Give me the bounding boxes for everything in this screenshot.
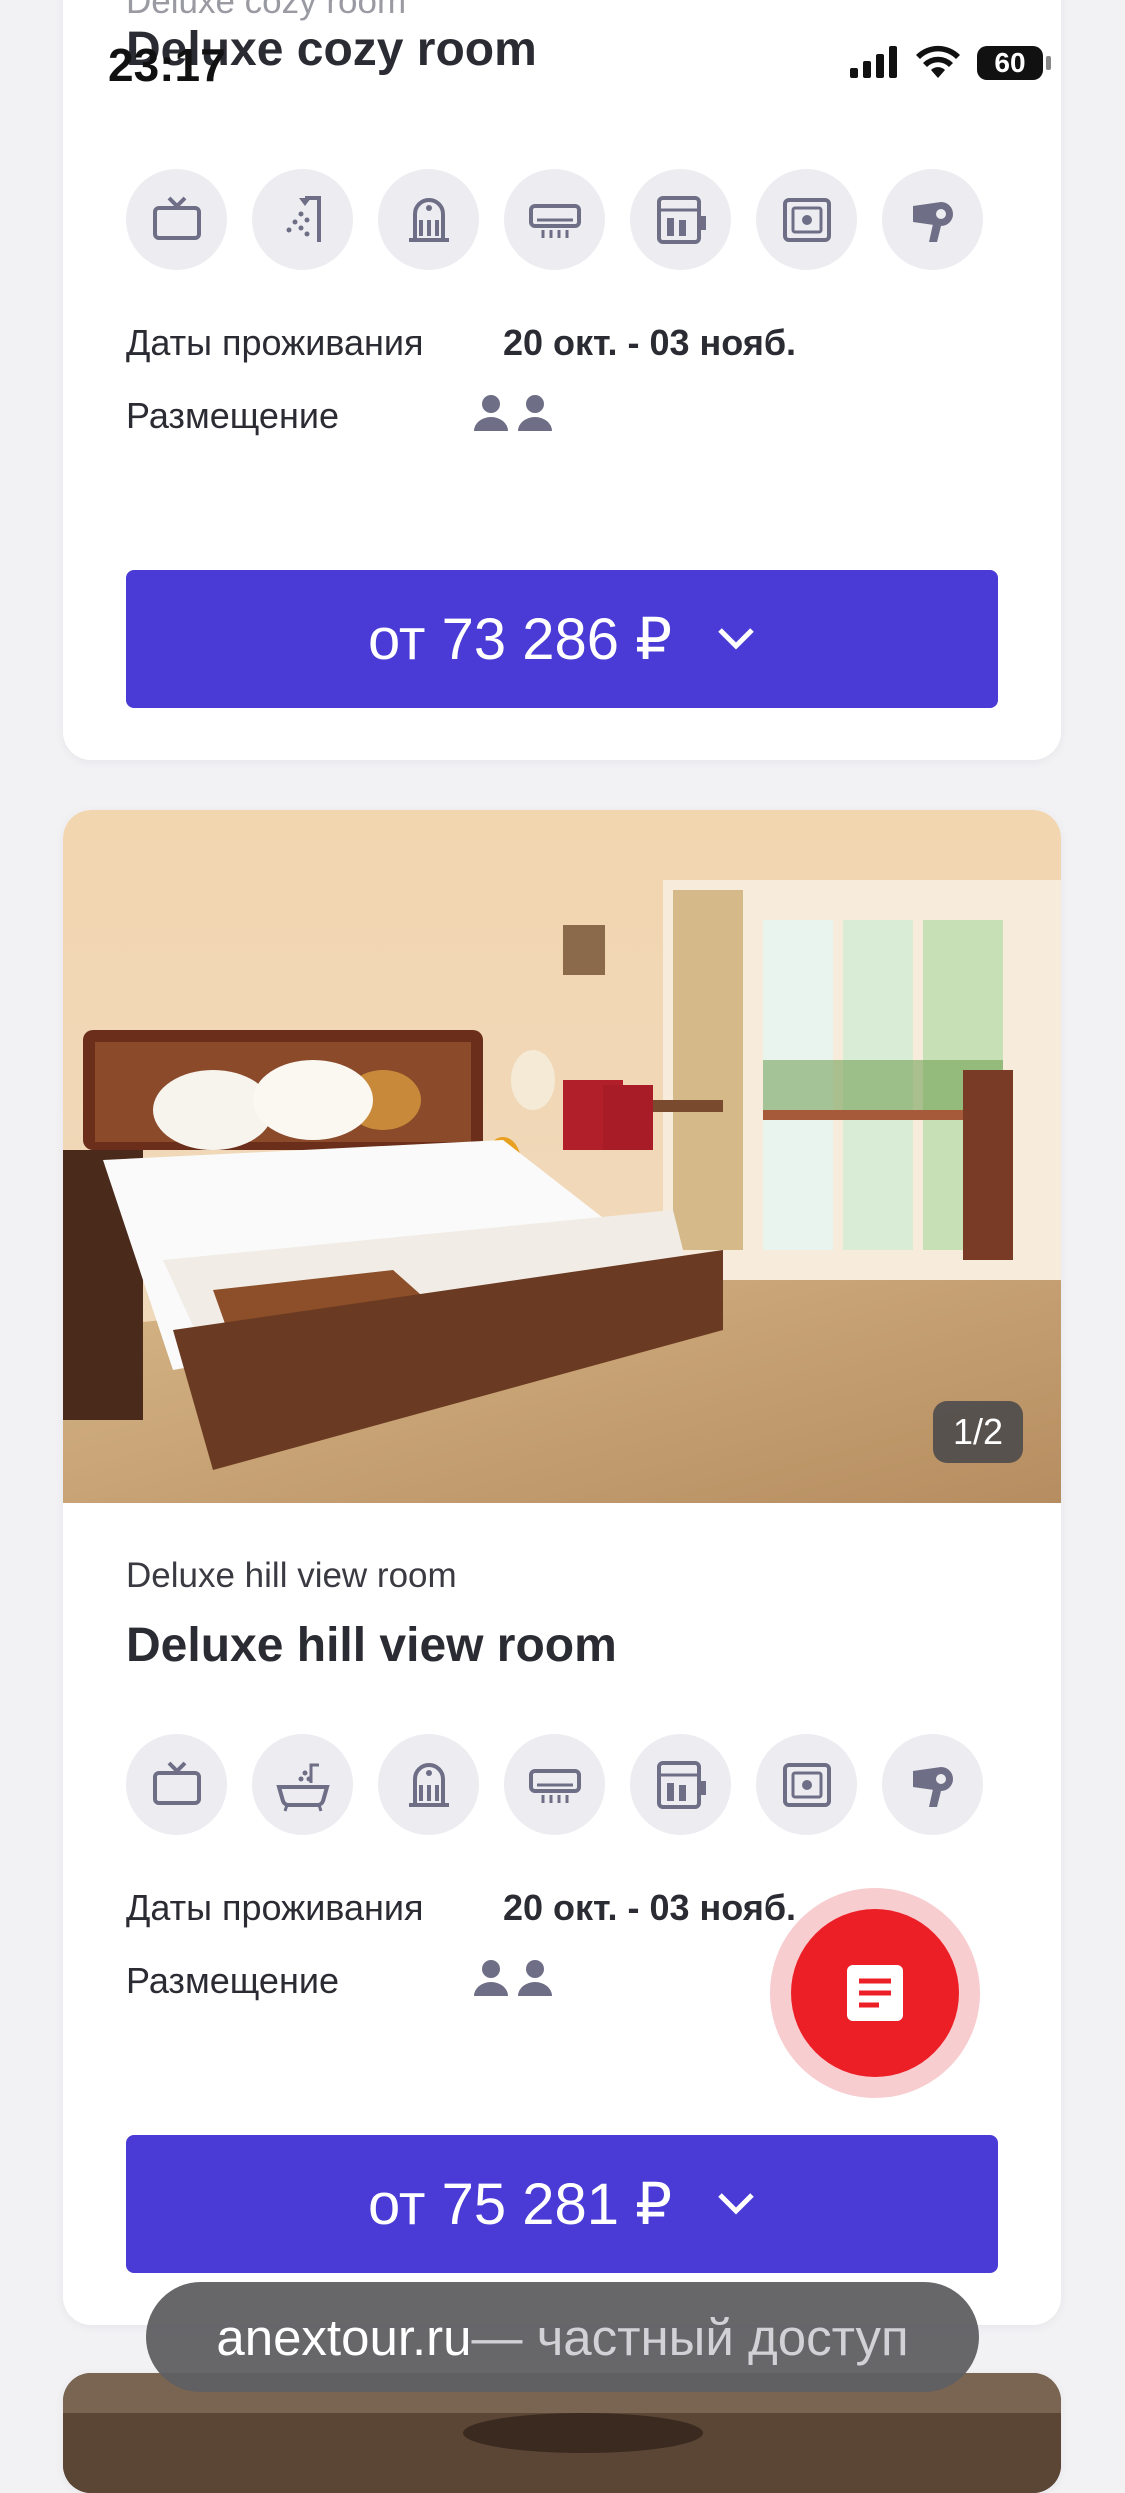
- dates-row: Даты проживания 20 окт. - 03 нояб.: [126, 322, 796, 364]
- price-button[interactable]: от 73 286 ₽: [126, 570, 998, 708]
- room-title: Deluxe hill view room: [126, 1619, 617, 1672]
- photo-counter: 1/2: [932, 1401, 1023, 1463]
- toast-text: — частный доступ: [471, 2308, 909, 2366]
- safe-icon: [756, 1734, 857, 1835]
- guests-icons: [473, 1958, 553, 1998]
- signal-icon: [850, 46, 897, 78]
- amenities-row: [126, 169, 983, 270]
- room-subtitle: Deluxe hill view room: [126, 1556, 457, 1595]
- dates-label: Даты проживания: [126, 322, 424, 363]
- private-access-toast: anextour.ru — частный доступ: [146, 2282, 979, 2392]
- hairdryer-icon: [882, 169, 983, 270]
- amenities-row: [126, 1734, 983, 1835]
- air-conditioner-icon: [504, 169, 605, 270]
- placement-row: Размещение: [126, 395, 552, 437]
- battery-level: 60: [994, 47, 1026, 78]
- guests-icons: [473, 393, 553, 433]
- price-label: от 73 286 ₽: [367, 607, 673, 672]
- room-photo-image: [63, 810, 1061, 1503]
- person-icon: [518, 395, 552, 431]
- minibar-icon: [630, 169, 731, 270]
- hairdryer-icon: [882, 1734, 983, 1835]
- price-button[interactable]: от 75 281 ₽: [126, 2135, 998, 2273]
- dates-label: Даты проживания: [126, 1887, 424, 1928]
- chevron-down-icon: [718, 628, 754, 650]
- battery-icon: 60: [977, 46, 1043, 80]
- fab-inner: [791, 1909, 959, 2077]
- battery-cap: [1046, 56, 1051, 70]
- heater-icon: [378, 169, 479, 270]
- tv-icon: [126, 1734, 227, 1835]
- room-card: 1/2 Deluxe hill view room Deluxe hill vi…: [63, 810, 1061, 2325]
- status-bar: 23:17 60: [0, 0, 1125, 120]
- person-icon: [518, 1960, 552, 1996]
- room-photo[interactable]: 1/2: [63, 810, 1061, 1503]
- bathtub-icon: [252, 1734, 353, 1835]
- air-conditioner-icon: [504, 1734, 605, 1835]
- price-label: от 75 281 ₽: [367, 2172, 673, 2237]
- placement-label: Размещение: [126, 395, 339, 436]
- person-icon: [474, 1960, 508, 1996]
- dates-value: 20 окт. - 03 нояб.: [503, 1887, 797, 1928]
- chat-fab-button[interactable]: [770, 1888, 980, 2098]
- toast-domain: anextour.ru: [216, 2308, 472, 2366]
- placement-row: Размещение: [126, 1960, 552, 2002]
- tv-icon: [126, 169, 227, 270]
- document-icon: [847, 1965, 903, 2021]
- chevron-down-icon: [718, 2193, 754, 2215]
- dates-value: 20 окт. - 03 нояб.: [503, 322, 797, 363]
- heater-icon: [378, 1734, 479, 1835]
- dates-row: Даты проживания 20 окт. - 03 нояб.: [126, 1887, 796, 1929]
- minibar-icon: [630, 1734, 731, 1835]
- person-icon: [474, 395, 508, 431]
- wifi-icon: [916, 45, 960, 78]
- placement-label: Размещение: [126, 1960, 339, 2001]
- shower-icon: [252, 169, 353, 270]
- safe-icon: [756, 169, 857, 270]
- status-time: 23:17: [108, 39, 226, 91]
